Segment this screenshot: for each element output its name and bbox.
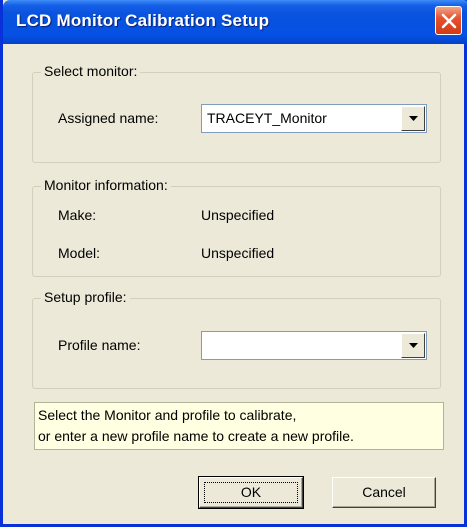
monitor-information-group: Monitor information: Make: Unspecified M… [32, 177, 441, 277]
make-label: Make: [58, 207, 97, 223]
cancel-button-label: Cancel [362, 484, 406, 500]
select-monitor-group-title: Select monitor: [41, 63, 141, 79]
close-icon [441, 13, 457, 29]
assigned-name-dropdown-button[interactable] [401, 106, 425, 131]
monitor-information-group-title: Monitor information: [41, 177, 171, 193]
ok-button[interactable]: OK [198, 476, 304, 509]
chevron-down-icon [409, 343, 418, 348]
setup-profile-group-title: Setup profile: [41, 289, 130, 305]
hint-box: Select the Monitor and profile to calibr… [34, 402, 444, 450]
setup-profile-group: Setup profile: Profile name: [32, 289, 441, 389]
chevron-down-icon [409, 116, 418, 121]
close-button[interactable] [435, 6, 462, 35]
assigned-name-value: TRACEYT_Monitor [207, 110, 327, 126]
cancel-button[interactable]: Cancel [332, 477, 436, 508]
make-value: Unspecified [201, 207, 275, 223]
assigned-name-dropdown[interactable]: TRACEYT_Monitor [201, 104, 427, 133]
hint-line-2: or enter a new profile name to create a … [38, 428, 354, 444]
profile-name-combobox[interactable] [201, 331, 427, 360]
profile-name-label: Profile name: [58, 337, 141, 353]
assigned-name-label: Assigned name: [58, 110, 159, 126]
title-bar[interactable]: LCD Monitor Calibration Setup [3, 0, 467, 44]
model-label: Model: [58, 245, 101, 261]
profile-name-dropdown-button[interactable] [401, 333, 425, 358]
dialog-window: LCD Monitor Calibration Setup Select mon… [0, 0, 467, 527]
select-monitor-group: Select monitor: Assigned name: TRACEYT_M… [32, 63, 441, 163]
focus-ring [204, 482, 298, 503]
model-value: Unspecified [201, 245, 275, 261]
window-title: LCD Monitor Calibration Setup [16, 11, 270, 30]
hint-line-1: Select the Monitor and profile to calibr… [38, 407, 297, 423]
